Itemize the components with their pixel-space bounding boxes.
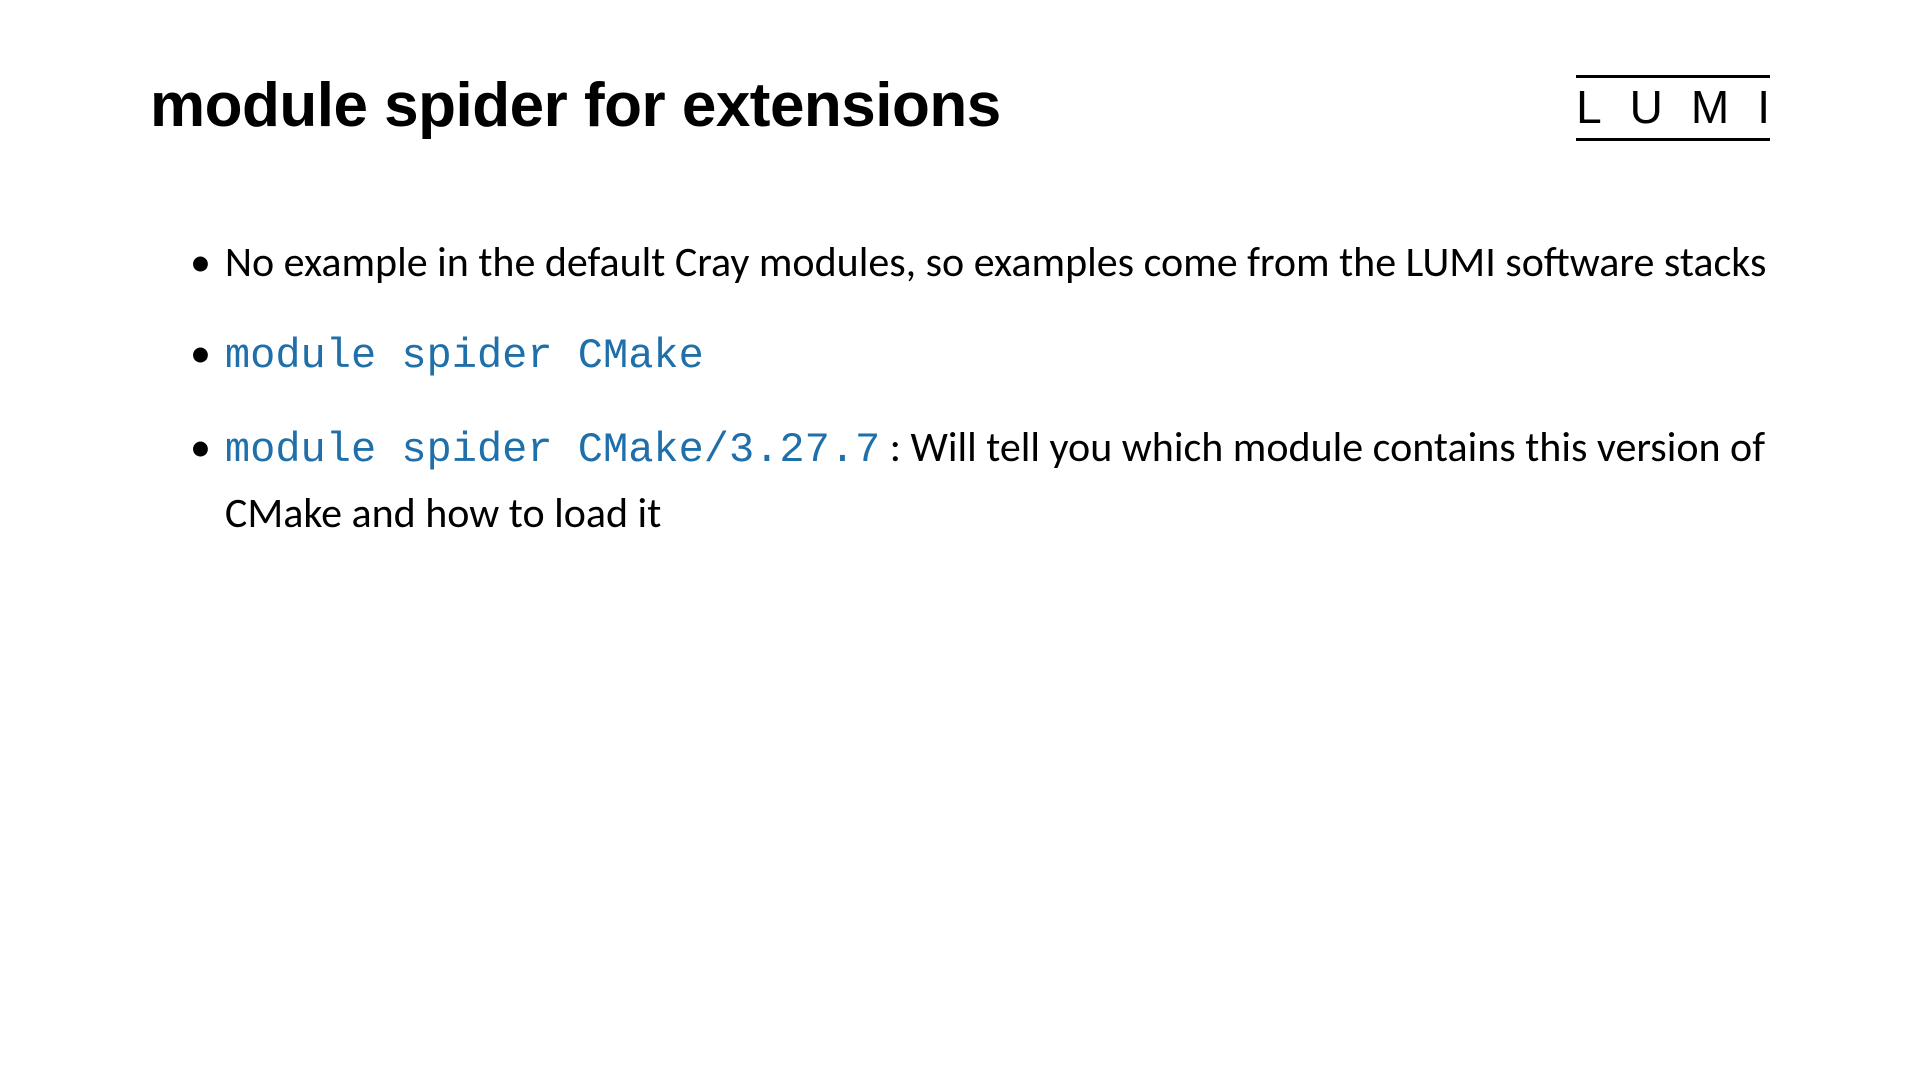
list-item: • No example in the default Cray modules… [190, 231, 1770, 294]
header: module spider for extensions LUMI [150, 70, 1770, 141]
slide: module spider for extensions LUMI • No e… [0, 0, 1920, 1080]
code-text: module spider CMake [225, 332, 704, 380]
list-item: • module spider CMake/3.27.7 : Will tell… [190, 416, 1770, 545]
bullet-text: No example in the default Cray modules, … [225, 231, 1770, 294]
bullet-text: module spider CMake [225, 322, 1770, 388]
code-text: module spider CMake/3.27.7 [225, 426, 880, 474]
bullet-text: module spider CMake/3.27.7 : Will tell y… [225, 416, 1770, 545]
page-title: module spider for extensions [150, 70, 1001, 141]
bullet-marker: • [190, 322, 211, 385]
bullet-marker: • [190, 231, 211, 294]
lumi-logo: LUMI [1576, 75, 1770, 141]
list-item: • module spider CMake [190, 322, 1770, 388]
logo-text: LUMI [1576, 80, 1798, 134]
bullet-marker: • [190, 416, 211, 479]
content-area: • No example in the default Cray modules… [150, 231, 1770, 545]
